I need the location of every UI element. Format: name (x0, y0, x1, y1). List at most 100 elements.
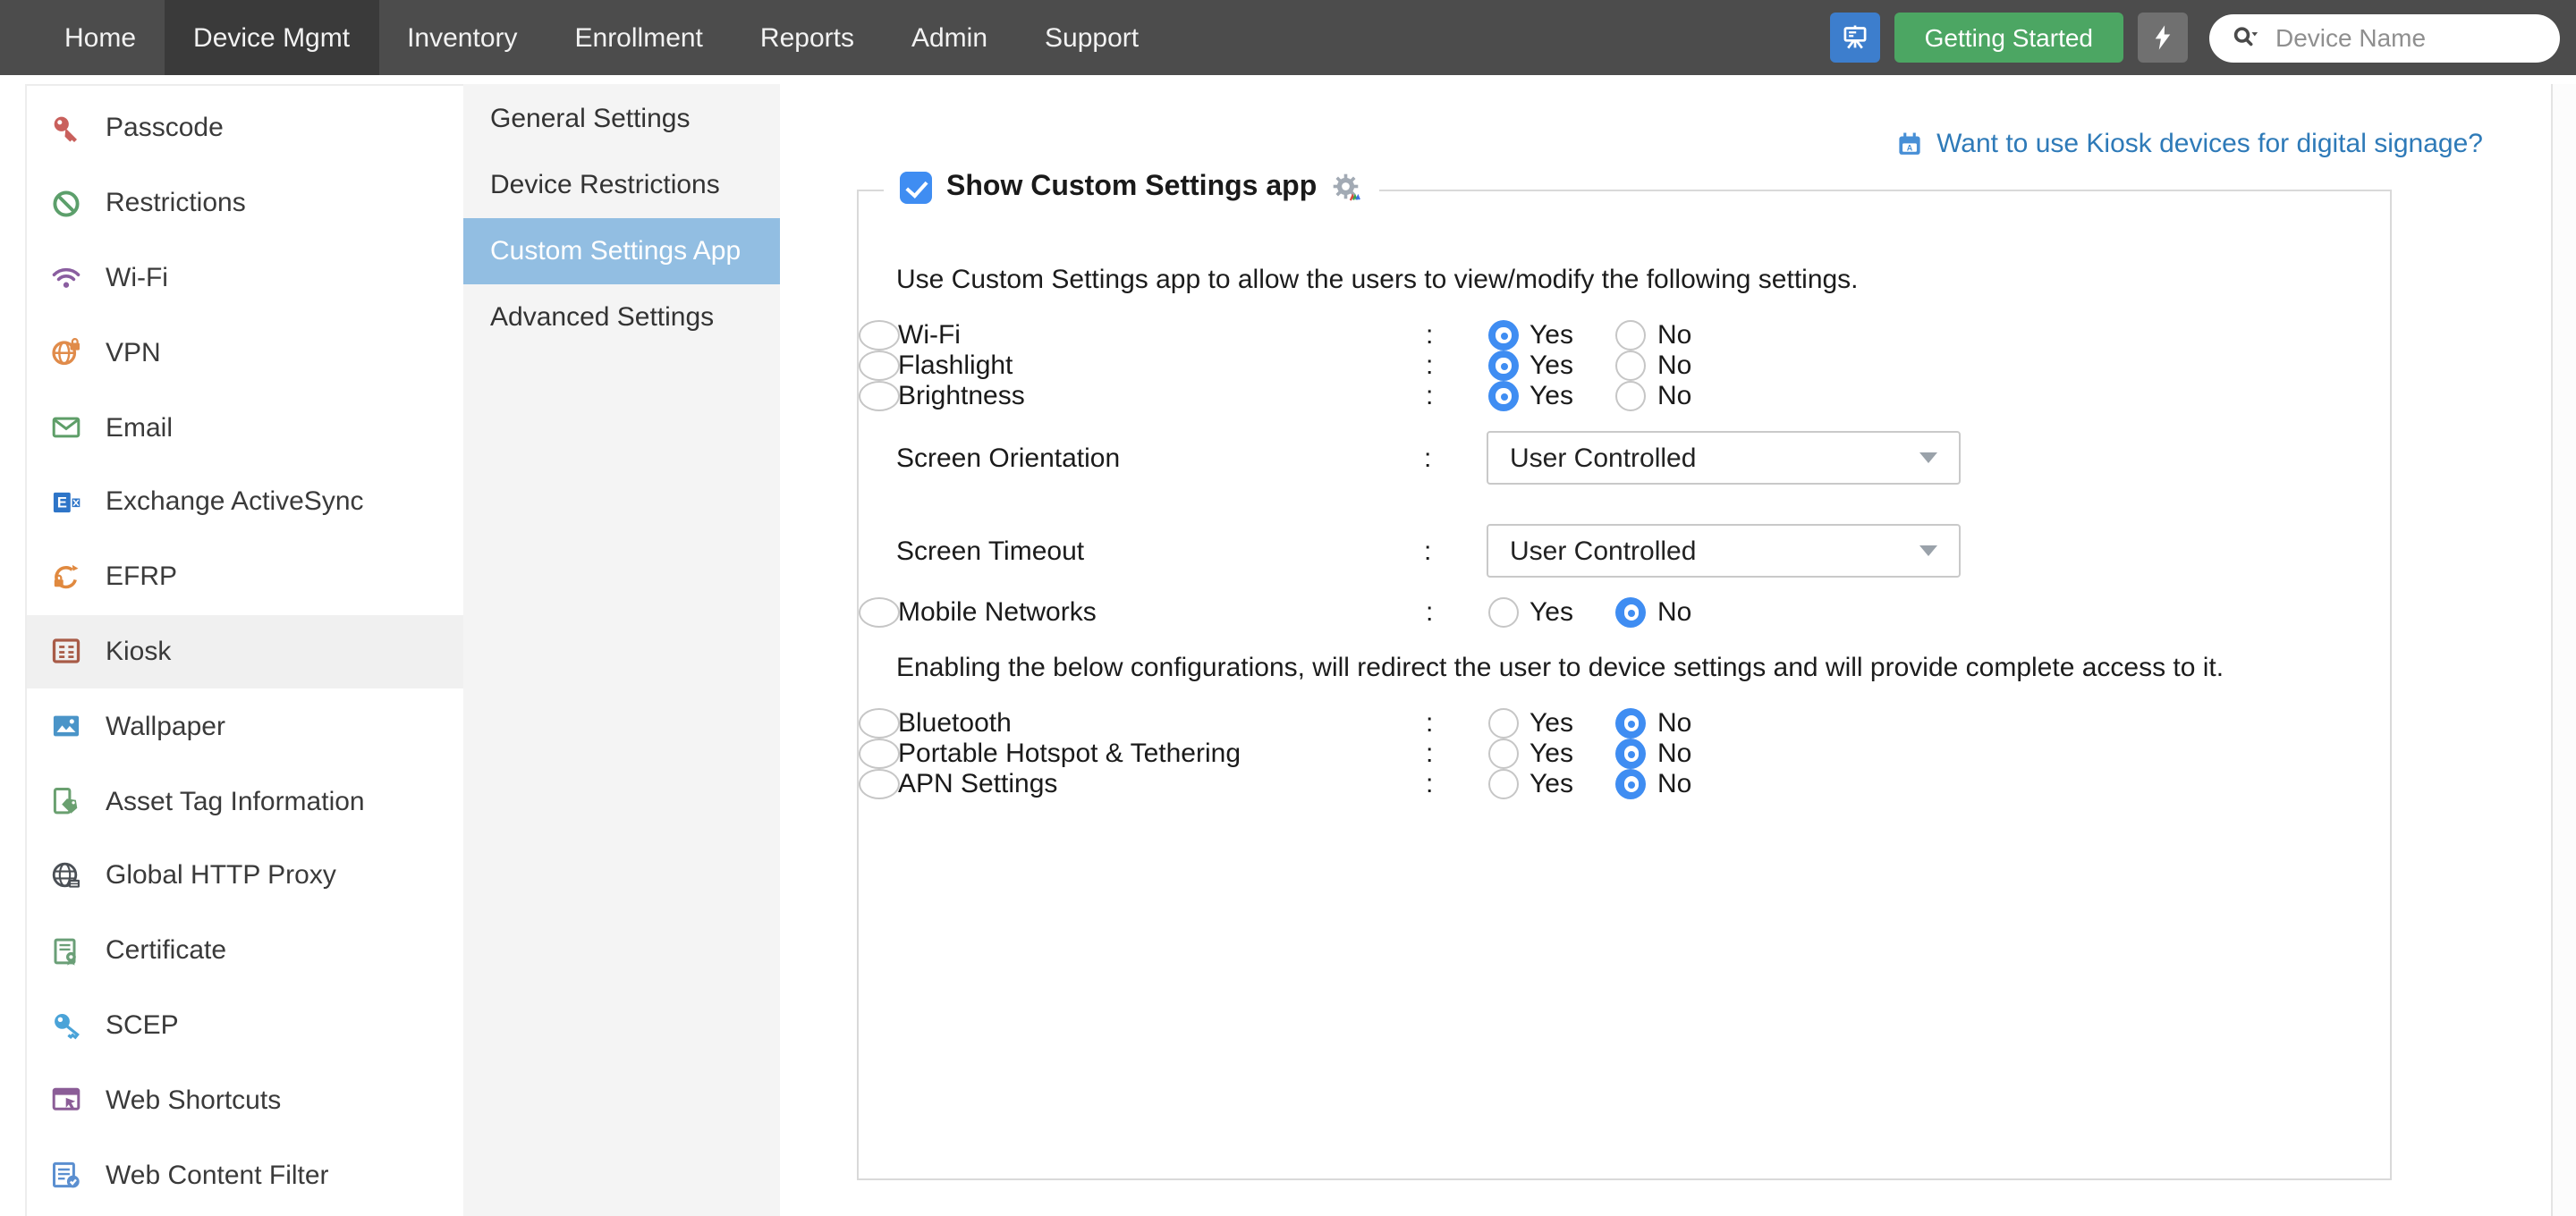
yes-no-radio-group: Yes No (1488, 597, 1691, 628)
sidebar-item-label: Wallpaper (106, 712, 225, 742)
chevron-down-icon (1919, 452, 1937, 463)
nav-item[interactable]: Admin (883, 0, 1016, 75)
submenu-item[interactable]: Custom Settings App (463, 218, 780, 284)
radio-no-label: No (1657, 320, 1691, 350)
sidebar-item-label: EFRP (106, 562, 177, 592)
globe-icon (50, 860, 82, 892)
radio-yes[interactable] (1488, 708, 1519, 739)
radio-no[interactable] (1616, 708, 1647, 739)
sidebar-item[interactable]: SCEP (27, 988, 463, 1063)
radio-yes-label: Yes (1530, 769, 1573, 799)
signage-icon (1839, 21, 1871, 54)
radio-yes[interactable] (1488, 320, 1519, 350)
sidebar-item[interactable]: Web Shortcuts (27, 1063, 463, 1138)
getting-started-button[interactable]: Getting Started (1894, 13, 2123, 63)
radio-no-label: No (1657, 739, 1691, 769)
sidebar-item[interactable]: Wallpaper (27, 689, 463, 764)
nav-item[interactable]: Support (1016, 0, 1167, 75)
radio-yes[interactable] (1488, 350, 1519, 381)
setting-label: Wi-Fi (898, 320, 1426, 350)
scep-icon (50, 1009, 82, 1042)
submenu-item-label: Advanced Settings (490, 302, 714, 333)
submenu-item[interactable]: General Settings (463, 86, 780, 152)
nav-item[interactable]: Inventory (378, 0, 546, 75)
globe-lock-icon (50, 337, 82, 369)
sidebar-item-label: Wi-Fi (106, 263, 168, 293)
nav-item[interactable]: Home (36, 0, 165, 75)
setting-label: Brightness (898, 381, 1426, 411)
settings-row: Wi-Fi : Yes No (859, 320, 900, 350)
sidebar-item[interactable]: VPN (27, 316, 463, 391)
search-input[interactable] (2272, 21, 2542, 54)
gear-icon[interactable] (1331, 172, 1363, 204)
nav-right-controls: Getting Started (1830, 13, 2560, 63)
radio-yes[interactable] (1488, 381, 1519, 411)
wifi-icon (50, 262, 82, 294)
sidebar-item-label: Asset Tag Information (106, 786, 365, 816)
radio-no[interactable] (1616, 597, 1647, 628)
sidebar-item[interactable]: Global HTTP Proxy (27, 839, 463, 914)
radio-no[interactable] (1616, 320, 1647, 350)
digital-signage-link[interactable]: Want to use Kiosk devices for digital si… (1894, 129, 2483, 159)
radio-no-label: No (1657, 350, 1691, 381)
radio-no[interactable] (1616, 381, 1647, 411)
radio-yes[interactable] (1488, 769, 1519, 799)
sidebar-item[interactable]: Web Content Filter (27, 1137, 463, 1212)
certificate-icon (50, 934, 82, 967)
colon-separator: : (1426, 381, 1488, 411)
nav-item[interactable]: Device Mgmt (165, 0, 378, 75)
sidebar-item[interactable]: Restrictions (27, 166, 463, 241)
radio-yes[interactable] (1488, 597, 1519, 628)
ban-icon (50, 187, 82, 219)
setting-label: APN Settings (898, 769, 1426, 799)
sidebar-item[interactable]: Asset Tag Information (27, 764, 463, 839)
sidebar-item[interactable]: Exchange ActiveSync (27, 465, 463, 540)
sidebar-item-label: SCEP (106, 1010, 179, 1041)
setting-label: Flashlight (898, 350, 1426, 381)
radio-no[interactable] (1616, 739, 1647, 769)
sidebar-item[interactable]: Kiosk (27, 614, 463, 689)
settings-row: Portable Hotspot & Tethering : Yes No (859, 739, 900, 769)
mail-icon (50, 411, 82, 443)
nav-item[interactable]: Reports (732, 0, 883, 75)
yes-no-radio-group: Yes No (1488, 739, 1691, 769)
digital-signage-link-label: Want to use Kiosk devices for digital si… (1936, 129, 2483, 159)
sidebar-item-label: Certificate (106, 935, 226, 966)
submenu-item[interactable]: Advanced Settings (463, 284, 780, 350)
radio-yes[interactable] (1488, 739, 1519, 769)
colon-separator: : (1426, 708, 1488, 739)
sidebar-item[interactable]: Passcode (27, 91, 463, 166)
sidebar-item[interactable]: Wi-Fi (27, 241, 463, 316)
nav-item[interactable]: Enrollment (547, 0, 732, 75)
scrollbar-track[interactable] (2551, 84, 2576, 1216)
signage-button[interactable] (1830, 13, 1880, 63)
sidebar-item-label: Web Shortcuts (106, 1085, 281, 1116)
setting-label: Portable Hotspot & Tethering (898, 739, 1426, 769)
yes-no-radio-group: Yes No (1488, 769, 1691, 799)
setting-dropdown[interactable]: User Controlled (1487, 431, 1961, 485)
search-icon (2231, 23, 2259, 52)
colon-separator: : (1426, 350, 1488, 381)
nav-item-label: Support (1045, 22, 1139, 53)
sidebar-item-label: Email (106, 412, 173, 443)
kiosk-icon (50, 636, 82, 668)
setting-dropdown[interactable]: User Controlled (1487, 524, 1961, 578)
nav-item-label: Admin (911, 22, 987, 53)
show-custom-settings-checkbox[interactable] (900, 172, 932, 204)
content-area: Passcode Restrictions Wi-Fi VPN Email Ex… (0, 75, 2576, 1216)
settings-row: APN Settings : Yes No (859, 769, 900, 799)
sidebar-item[interactable]: Email (27, 390, 463, 465)
device-search[interactable] (2209, 13, 2560, 62)
radio-yes-label: Yes (1530, 350, 1573, 381)
submenu-item[interactable]: Device Restrictions (463, 152, 780, 218)
sidebar-item-label: Passcode (106, 114, 224, 144)
radio-no[interactable] (1616, 350, 1647, 381)
key-icon (50, 113, 82, 145)
radio-no-label: No (1657, 769, 1691, 799)
setting-label: Mobile Networks (898, 597, 1426, 628)
quick-actions-button[interactable] (2138, 13, 2188, 63)
sidebar-item-label: Global HTTP Proxy (106, 861, 336, 891)
sidebar-item[interactable]: Certificate (27, 914, 463, 989)
radio-no[interactable] (1616, 769, 1647, 799)
sidebar-item[interactable]: EFRP (27, 540, 463, 615)
